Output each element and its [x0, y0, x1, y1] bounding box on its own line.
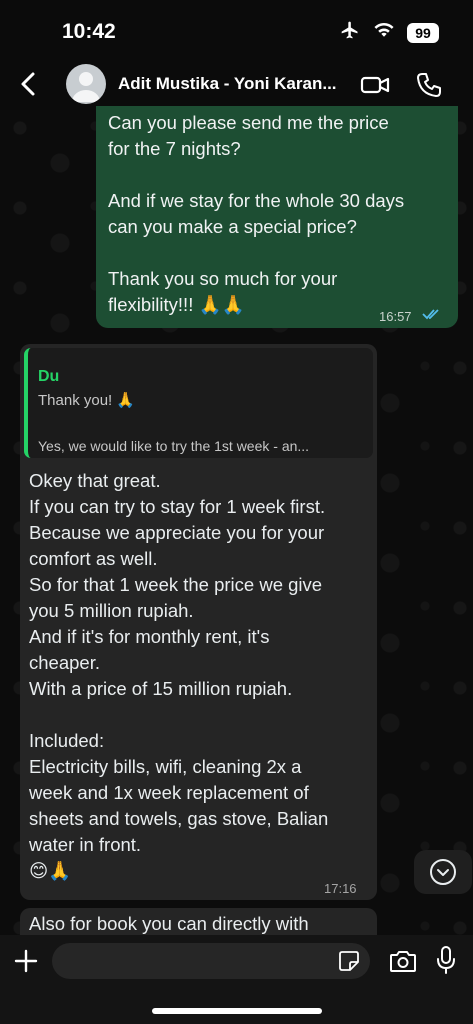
composer-bar: [0, 935, 473, 1024]
airplane-icon: [339, 20, 361, 45]
read-ticks-icon: [422, 309, 439, 320]
message-input[interactable]: [52, 943, 370, 979]
back-arrow-icon[interactable]: [14, 66, 42, 102]
message-text: Okey that great. If you can try to stay …: [29, 470, 329, 881]
scroll-to-bottom-button[interactable]: [414, 850, 472, 894]
status-bar: 10:42 99: [0, 0, 473, 60]
message-time: 17:16: [324, 881, 357, 896]
home-indicator: [152, 1008, 322, 1014]
message-text: Can you please send me the price for the…: [108, 112, 405, 315]
camera-icon[interactable]: [389, 949, 417, 973]
outgoing-message[interactable]: Can you please send me the price for the…: [96, 106, 458, 328]
video-call-icon[interactable]: [360, 70, 390, 100]
message-text: Also for book you can directly with: [29, 913, 309, 934]
chat-header: Adit Mustika - Yoni Karan...: [0, 58, 473, 110]
microphone-icon[interactable]: [436, 945, 456, 975]
wifi-icon: [373, 21, 395, 44]
sticker-icon[interactable]: [338, 950, 360, 972]
chevron-down-icon: [430, 859, 456, 885]
quoted-author: Du: [38, 368, 60, 385]
plus-icon[interactable]: [14, 949, 38, 973]
quoted-text-line2: Yes, we would like to try the 1st week -…: [38, 438, 310, 454]
quoted-reply[interactable]: Du Thank you! 🙏 Yes, we would like to tr…: [24, 348, 373, 458]
message-time: 16:57: [379, 309, 412, 324]
avatar[interactable]: [66, 64, 106, 104]
quoted-text-line1: Thank you! 🙏: [38, 392, 136, 409]
contact-name[interactable]: Adit Mustika - Yoni Karan...: [118, 74, 346, 94]
phone-call-icon[interactable]: [414, 70, 444, 100]
status-icons: 99: [339, 20, 439, 45]
incoming-message[interactable]: Du Thank you! 🙏 Yes, we would like to tr…: [20, 344, 377, 900]
battery-icon: 99: [407, 22, 439, 43]
status-time: 10:42: [62, 20, 116, 43]
